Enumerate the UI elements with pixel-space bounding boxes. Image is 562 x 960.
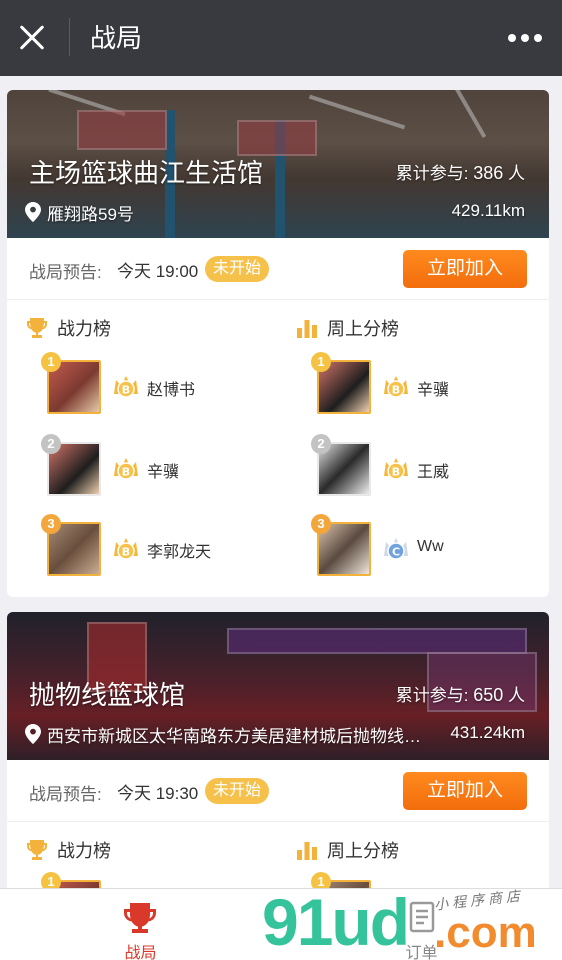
page-title: 战局 <box>90 23 143 53</box>
board-title: 战力榜 <box>57 319 111 339</box>
bar-chart-icon <box>297 842 317 860</box>
address-row: 西安市新城区太华南路东方美居建材城后抛物线… <box>25 722 421 746</box>
divider <box>69 18 70 56</box>
venue-name: 主场篮球曲江生活馆 <box>29 158 264 188</box>
svg-text:C: C <box>392 546 400 559</box>
preview-label: 战局预告: <box>29 785 102 804</box>
svg-text:B: B <box>122 546 130 559</box>
player-name: 王威 <box>417 464 450 481</box>
close-icon[interactable] <box>14 20 50 56</box>
match-preview: 战局预告: 今天 19:00 未开始 立即加入 <box>7 238 549 300</box>
join-button[interactable]: 立即加入 <box>403 772 527 810</box>
leaderboard-entry[interactable]: 2 B 辛骥 <box>41 434 267 496</box>
address-row: 雁翔路59号 <box>25 200 134 224</box>
player-name: 辛骥 <box>417 382 450 399</box>
svg-text:B: B <box>392 466 400 479</box>
tab-battle[interactable]: 战局 <box>0 889 281 960</box>
board-header: 战力榜 <box>25 314 111 342</box>
venue-card[interactable]: 主场篮球曲江生活馆 累计参与: 386 人 雁翔路59号 429.11km 战局… <box>7 90 549 597</box>
rank-number: 1 <box>41 352 61 372</box>
leaderboard-entry[interactable]: 3 C Ww <box>311 514 537 576</box>
order-icon <box>409 901 435 933</box>
preview-label: 战局预告: <box>29 263 102 282</box>
tab-label: 订单 <box>405 945 438 960</box>
rank-number: 3 <box>311 514 331 534</box>
rank-number: 3 <box>41 514 61 534</box>
rank-number: 2 <box>311 434 331 454</box>
rank-number: 1 <box>311 352 331 372</box>
svg-text:B: B <box>122 384 130 397</box>
player-name: Ww <box>417 538 444 555</box>
level-badge-icon: B <box>114 458 138 480</box>
leaderboard-entry[interactable]: 1 B 赵博书 <box>41 352 267 414</box>
more-options-icon[interactable] <box>508 30 544 46</box>
board-title: 周上分榜 <box>327 841 399 861</box>
leaderboard-entry[interactable]: 1 B 辛骥 <box>311 352 537 414</box>
board-title: 战力榜 <box>57 841 111 861</box>
level-badge-icon: B <box>114 538 138 560</box>
trophy-icon <box>124 903 156 933</box>
level-badge-icon: B <box>384 376 408 398</box>
level-badge-icon: B <box>114 376 138 398</box>
player-name: 辛骥 <box>147 464 180 481</box>
venue-banner: 抛物线篮球馆 累计参与: 650 人 西安市新城区太华南路东方美居建材城后抛物线… <box>7 612 549 760</box>
board-header: 周上分榜 <box>295 836 399 864</box>
rank-number: 2 <box>41 434 61 454</box>
board-header: 周上分榜 <box>295 314 399 342</box>
leaderboard-entry[interactable]: 2 B 王威 <box>311 434 537 496</box>
navigation-bar: 战局 <box>0 0 562 76</box>
svg-text:B: B <box>392 384 400 397</box>
location-pin-icon <box>25 202 41 222</box>
total-participants: 累计参与: 386 人 <box>395 163 525 183</box>
venue-address: 雁翔路59号 <box>47 204 134 224</box>
trophy-icon <box>27 318 47 338</box>
svg-text:B: B <box>122 466 130 479</box>
board-header: 战力榜 <box>25 836 111 864</box>
trophy-icon <box>27 840 47 860</box>
total-participants: 累计参与: 650 人 <box>395 685 525 705</box>
status-badge: 未开始 <box>205 256 270 282</box>
preview-time: 今天 19:30 <box>117 784 199 803</box>
level-badge-icon: C <box>384 538 408 560</box>
tab-label: 战局 <box>124 945 157 960</box>
venue-banner: 主场篮球曲江生活馆 累计参与: 386 人 雁翔路59号 429.11km <box>7 90 549 238</box>
board-title: 周上分榜 <box>327 319 399 339</box>
venue-distance: 431.24km <box>450 723 525 742</box>
venue-distance: 429.11km <box>451 201 525 220</box>
match-preview: 战局预告: 今天 19:30 未开始 立即加入 <box>7 760 549 822</box>
level-badge-icon: B <box>384 458 408 480</box>
location-pin-icon <box>25 724 41 744</box>
leaderboard-entry[interactable]: 3 B 李郭龙天 <box>41 514 267 576</box>
player-name: 李郭龙天 <box>147 544 212 561</box>
venue-card[interactable]: 抛物线篮球馆 累计参与: 650 人 西安市新城区太华南路东方美居建材城后抛物线… <box>7 612 549 912</box>
status-badge: 未开始 <box>205 778 270 804</box>
player-name: 赵博书 <box>147 382 196 399</box>
bar-chart-icon <box>297 320 317 338</box>
preview-time: 今天 19:00 <box>117 262 199 281</box>
venue-name: 抛物线篮球馆 <box>29 680 186 710</box>
join-button[interactable]: 立即加入 <box>403 250 527 288</box>
tab-bar: 战局 订单 <box>0 888 562 960</box>
tab-orders[interactable]: 订单 <box>281 889 562 960</box>
venue-address: 西安市新城区太华南路东方美居建材城后抛物线… <box>47 726 421 746</box>
